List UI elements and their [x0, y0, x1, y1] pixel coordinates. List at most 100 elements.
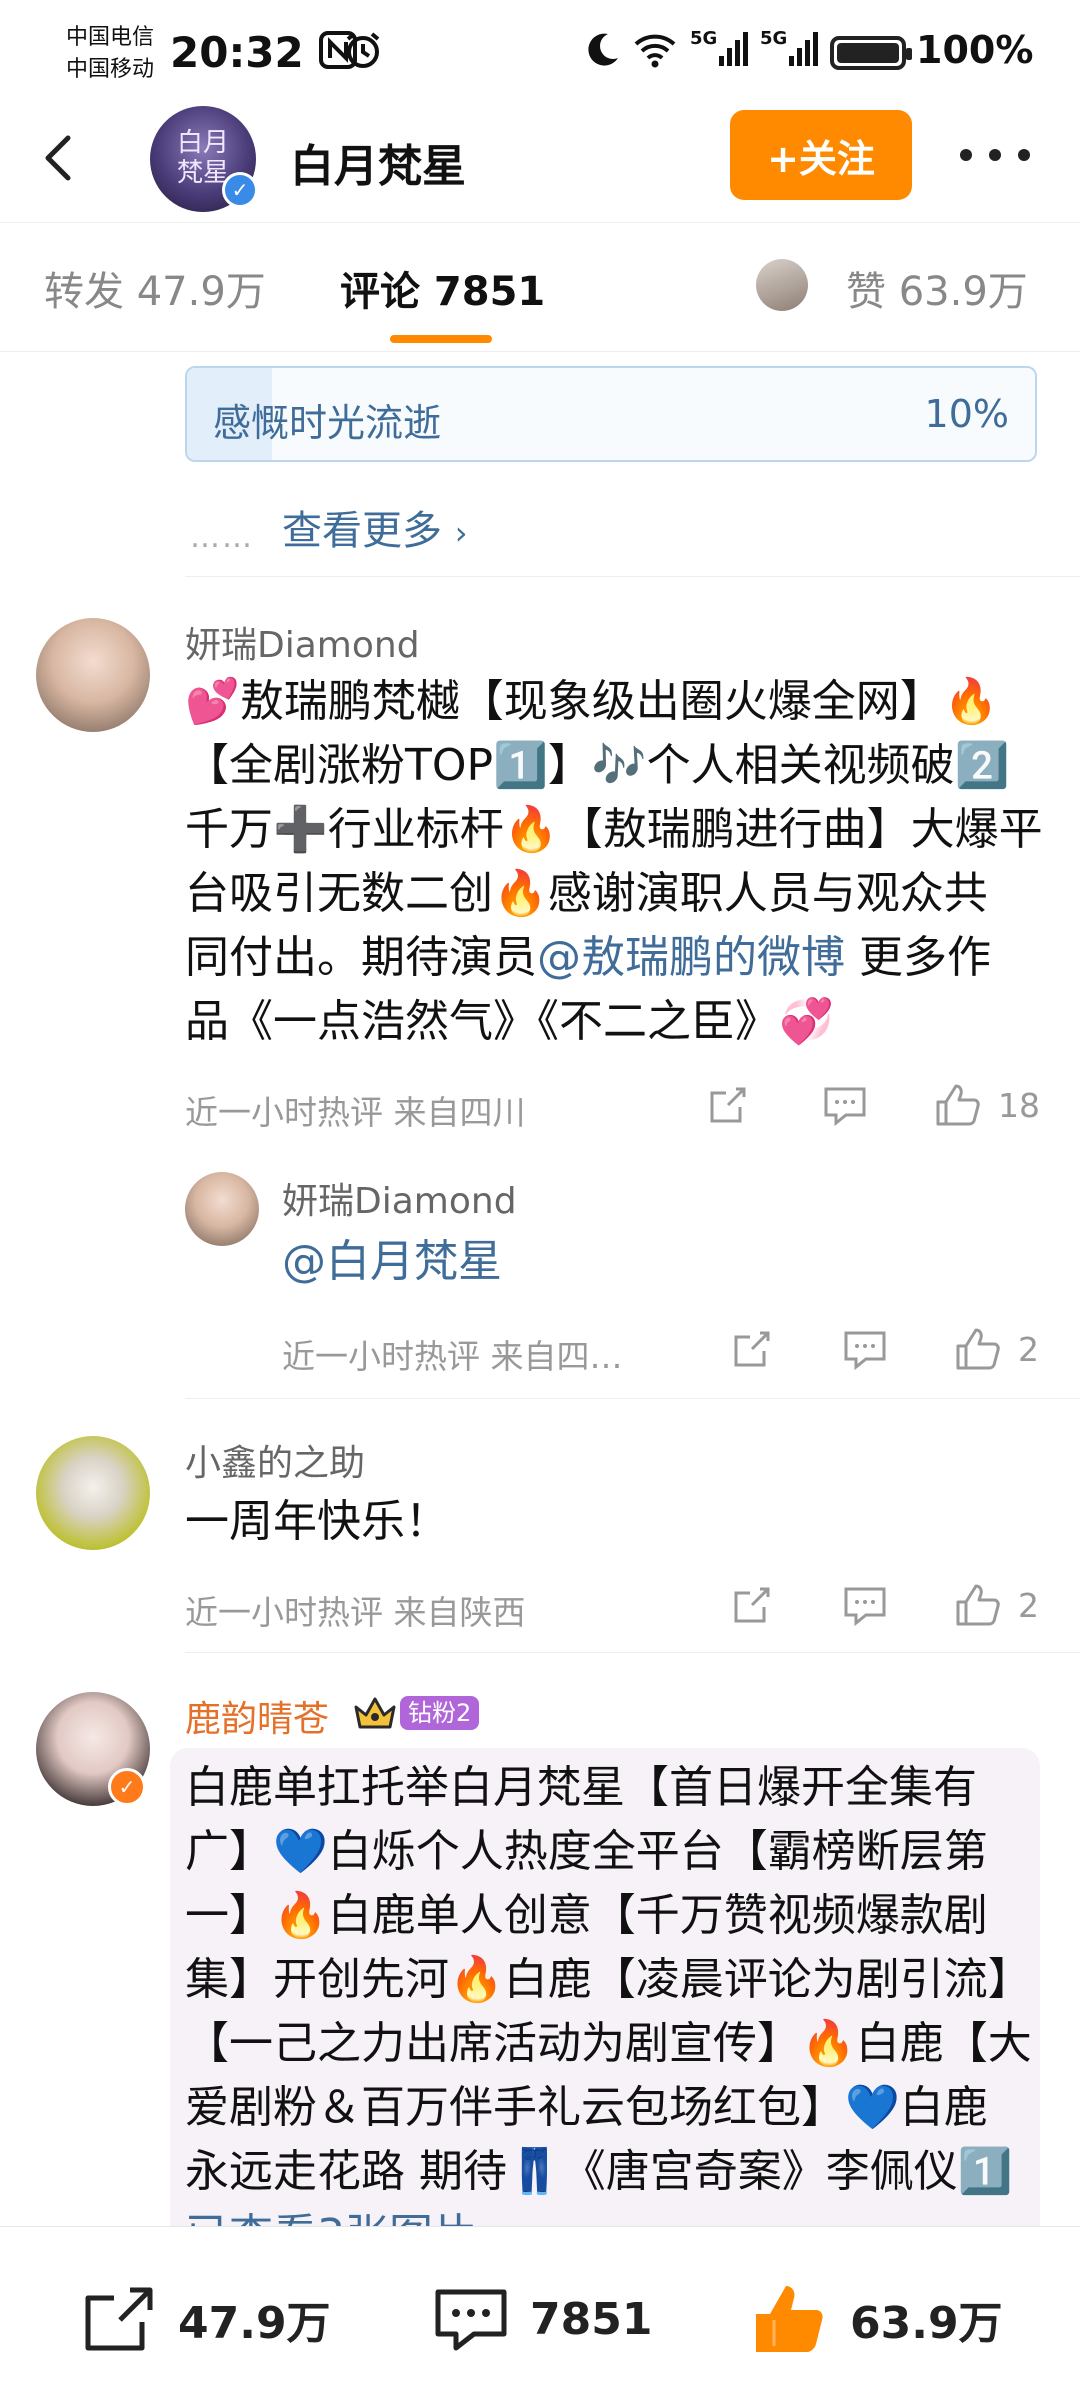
thumbs-up-icon	[756, 2286, 823, 2352]
reply-reply-button[interactable]	[842, 1324, 888, 1374]
repost-icon	[85, 2287, 153, 2351]
back-button[interactable]	[30, 128, 90, 188]
divider	[185, 576, 1080, 577]
chevron-left-icon	[45, 135, 71, 181]
poll-option-label: 感慨时光流逝	[213, 401, 442, 445]
comment-text-line: 爱剧粉＆百万伴手礼云包场红包】💙白鹿	[185, 2082, 988, 2133]
carrier-1: 中国电信	[66, 25, 155, 50]
carrier-labels: 中国电信 中国移动	[66, 22, 154, 86]
verified-badge-icon: ✓	[108, 1768, 146, 1806]
bottom-action-bar: 47.9万 7851 63.9万	[0, 2226, 1080, 2400]
comment-username[interactable]: 小鑫的之助	[185, 1434, 365, 1486]
crown-icon	[354, 1697, 396, 1729]
view-more-link[interactable]: 查看更多 ›	[282, 498, 468, 556]
comment-text-line: 永远走花路 期待👖《唐宫奇案》李佩仪1️⃣	[185, 2146, 1013, 2197]
comment-text-line: 一】🔥白鹿单人创意【千万赞视频爆款剧	[185, 1890, 988, 1941]
thumbs-up-icon	[956, 1328, 1000, 1370]
tab-like[interactable]: 赞 63.9万	[846, 259, 1028, 317]
like-count: 2	[1018, 1329, 1039, 1369]
reply-comment-button[interactable]	[842, 1580, 888, 1630]
repost-button[interactable]: 47.9万	[80, 2279, 331, 2359]
poll-option[interactable]: 感慨时光流逝 10%	[185, 366, 1037, 462]
view-more-dots: ……	[190, 520, 254, 555]
battery-percent: 100%	[916, 28, 1034, 72]
share-reply-button[interactable]	[730, 1324, 774, 1374]
comment-icon	[844, 1331, 886, 1371]
share-icon	[734, 1331, 770, 1367]
like-reply-button[interactable]: 2	[954, 1324, 1039, 1374]
comment-text-line: 白鹿单扛托举白月梵星【首日爆开全集有	[185, 1762, 977, 1813]
more-options-button[interactable]	[960, 140, 1030, 170]
post-tabs: 转发 47.9万 评论 7851 赞 63.9万	[0, 222, 1080, 352]
comment-text: 一周年快乐！	[185, 1496, 449, 1547]
reply-avatar[interactable]	[185, 1172, 259, 1246]
battery-icon	[830, 36, 912, 70]
comment-avatar[interactable]	[36, 618, 150, 732]
comment-text: 白鹿单扛托举白月梵星【首日爆开全集有 广】💙白烁个人热度全平台【霸榜断层第 一】…	[185, 1756, 1045, 2268]
divider	[185, 1398, 1080, 1399]
like-button[interactable]: 63.9万	[750, 2279, 1003, 2359]
comment-icon	[844, 1587, 886, 1627]
comment-text-line: 💕敖瑞鹏梵樾【现象级出圈火爆全网】🔥	[185, 676, 999, 727]
comment-count: 7851	[530, 2293, 653, 2345]
mention-link[interactable]: @敖瑞鹏的微博	[537, 932, 845, 983]
tab-repost[interactable]: 转发 47.9万	[44, 259, 266, 317]
like-count: 2	[1018, 1585, 1039, 1625]
verified-badge-icon: ✓	[222, 172, 258, 208]
like-comment-button[interactable]: 18	[934, 1080, 1040, 1130]
comment-text-line: 【全剧涨粉TOP1️⃣】🎶个人相关视频破2️⃣	[185, 740, 1010, 791]
comment-icon	[435, 2289, 507, 2351]
thumbs-up-icon	[936, 1084, 980, 1126]
active-tab-indicator	[390, 335, 492, 343]
comment-text-line: 台吸引无数二创🔥感谢演职人员与观众共	[185, 868, 988, 919]
signal-2-icon: 5G	[760, 28, 821, 72]
comment-username[interactable]: 鹿韵晴苍	[185, 1690, 329, 1742]
reply-meta: 近一小时热评 来自四…	[282, 1337, 623, 1376]
share-comment-button[interactable]	[730, 1580, 774, 1630]
comment-text-line: 集】开创先河🔥白鹿【凌晨评论为剧引流】	[185, 1954, 1032, 2005]
signal-1-label: 5G	[690, 28, 718, 49]
like-comment-button[interactable]: 2	[954, 1580, 1039, 1630]
post-header: 白月 梵星 ✓ 白月梵星 +关注	[0, 100, 1080, 220]
follow-button[interactable]: +关注	[730, 110, 912, 200]
comment-text: 💕敖瑞鹏梵樾【现象级出圈火爆全网】🔥 【全剧涨粉TOP1️⃣】🎶个人相关视频破2…	[185, 670, 1045, 1054]
liker-avatar[interactable]	[756, 259, 808, 311]
comment-meta: 近一小时热评 来自四川	[185, 1093, 526, 1132]
wifi-icon	[632, 28, 678, 72]
fan-level-badge: 钻粉2	[352, 1693, 480, 1733]
view-more-label: 查看更多	[282, 508, 442, 554]
share-icon	[734, 1587, 770, 1623]
comment-username[interactable]: 妍瑞Diamond	[185, 616, 420, 668]
comment-meta: 近一小时热评 来自陕西	[185, 1593, 526, 1632]
like-count: 63.9万	[850, 2298, 1003, 2349]
moon-icon	[582, 28, 622, 72]
mention-link[interactable]: @白月梵星	[282, 1236, 502, 1287]
reply-username[interactable]: 妍瑞Diamond	[282, 1172, 517, 1224]
comment-text-segment: 同付出。期待演员	[185, 932, 537, 983]
reply-comment-button[interactable]	[822, 1080, 868, 1130]
comment-avatar[interactable]	[36, 1436, 150, 1550]
comment-text-line: 同付出。期待演员@敖瑞鹏的微博 更多作	[185, 926, 1045, 990]
comment-text-line: 千万➕行业标杆🔥【敖瑞鹏进行曲】大爆平	[185, 804, 1043, 855]
carrier-2: 中国移动	[66, 57, 155, 82]
comment-button[interactable]: 7851	[432, 2279, 652, 2359]
comment-text-segment: 更多作	[845, 932, 991, 983]
divider	[185, 1652, 1080, 1653]
comment-text-line: 【一己之力出席活动为剧宣传】🔥白鹿【大	[185, 2018, 1032, 2069]
signal-1-icon: 5G	[690, 28, 751, 72]
alarm-icon	[342, 28, 384, 72]
repost-count: 47.9万	[178, 2298, 331, 2349]
account-name[interactable]: 白月梵星	[290, 130, 466, 194]
reply-text: @白月梵星	[282, 1230, 502, 1294]
thumbs-up-icon	[956, 1584, 1000, 1626]
comment-text-line: 广】💙白烁个人热度全平台【霸榜断层第	[185, 1826, 988, 1877]
status-bar: 中国电信 中国移动 20:32 5G 5G 100%	[0, 0, 1080, 100]
status-time: 20:32	[170, 28, 304, 77]
signal-2-label: 5G	[760, 28, 788, 49]
like-count: 18	[998, 1085, 1040, 1125]
tab-comment[interactable]: 评论 7851	[340, 259, 545, 317]
chevron-right-icon: ›	[454, 514, 468, 552]
fan-level-label: 钻粉2	[400, 1696, 480, 1730]
share-comment-button[interactable]	[706, 1080, 750, 1130]
comment-text-line: 品《一点浩然气》《不二之臣》💞	[185, 996, 834, 1047]
